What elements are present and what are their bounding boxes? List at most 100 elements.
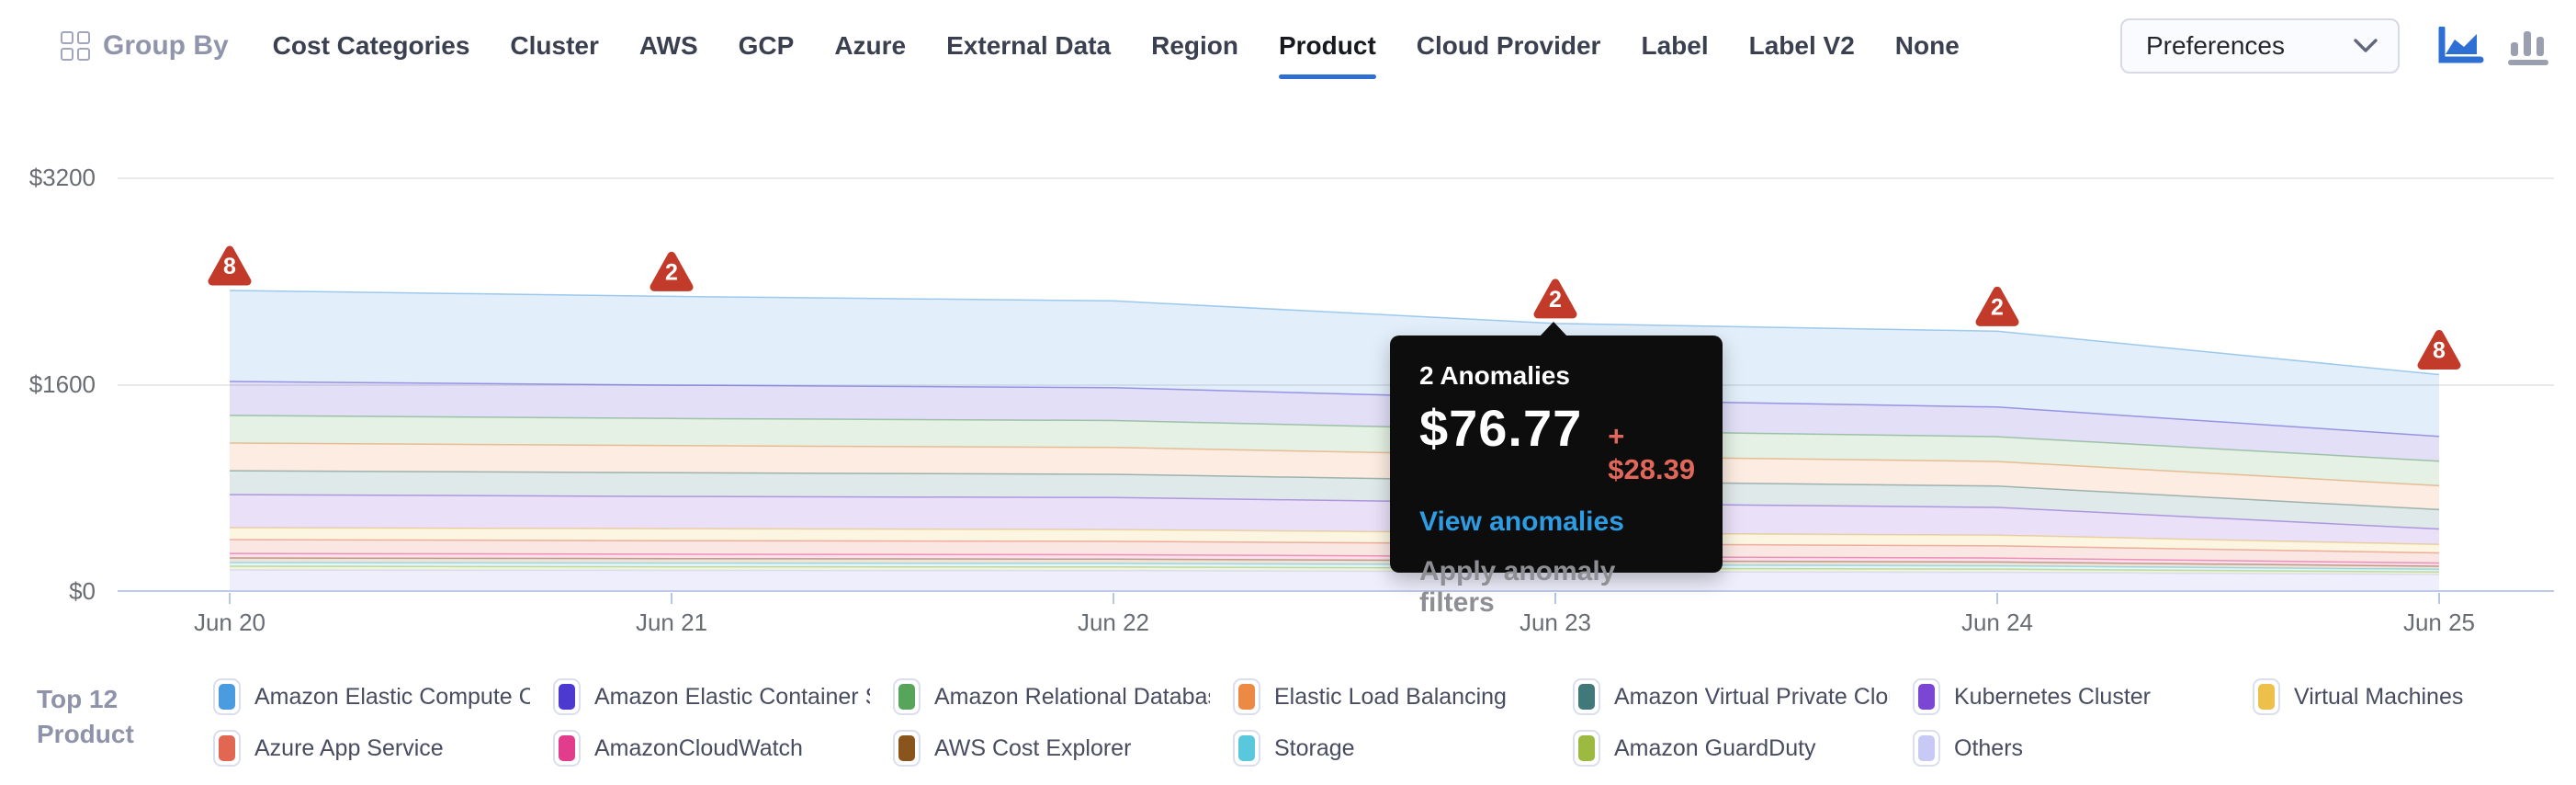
nav-item-none[interactable]: None — [1895, 26, 1960, 66]
area-series-outline — [230, 415, 2439, 461]
tooltip-amount: $76.77 — [1419, 398, 1582, 458]
legend-swatch — [213, 678, 241, 715]
legend-swatch — [1913, 730, 1940, 767]
x-axis-label-jun22: Jun 22 — [1049, 609, 1178, 637]
legend-item[interactable]: Amazon Relational Databas... — [893, 677, 1233, 717]
nav-item-cost-categories[interactable]: Cost Categories — [273, 26, 470, 66]
area-series-outline — [230, 381, 2439, 437]
preferences-dropdown[interactable]: Preferences — [2120, 18, 2400, 74]
legend-title-line1: Top 12 — [37, 682, 134, 717]
area-series-outline — [230, 528, 2439, 544]
legend-swatch — [2253, 678, 2280, 715]
legend-label: Amazon Relational Databas... — [934, 684, 1210, 711]
anomaly-count: 8 — [223, 254, 236, 279]
legend-swatch — [893, 678, 921, 715]
legend-swatch — [1233, 730, 1260, 767]
area-series-outline — [230, 443, 2439, 485]
nav-item-aws[interactable]: AWS — [639, 26, 698, 66]
legend-item[interactable]: Azure App Service — [213, 728, 553, 768]
area-series — [230, 381, 2439, 461]
anomaly-count: 8 — [2433, 337, 2446, 363]
legend-swatch — [1913, 678, 1940, 715]
area-series — [230, 471, 2439, 529]
legend-item[interactable]: Kubernetes Cluster — [1913, 677, 2253, 717]
legend-label: Amazon GuardDuty — [1614, 735, 1816, 762]
apply-anomaly-filters-link[interactable]: Apply anomaly filters — [1419, 556, 1695, 619]
nav-item-product-active[interactable]: Product — [1279, 26, 1376, 66]
nav-item-azure[interactable]: Azure — [834, 26, 906, 66]
area-series-outline — [230, 471, 2439, 509]
tooltip-delta: + $28.39 — [1608, 420, 1695, 486]
anomaly-marker[interactable]: 2 — [1980, 290, 2015, 322]
tooltip-title: 2 Anomalies — [1419, 361, 1695, 391]
bar-chart-icon[interactable] — [2506, 27, 2550, 65]
area-series-outline — [230, 570, 2439, 575]
nav-item-label-v2[interactable]: Label V2 — [1749, 26, 1855, 66]
nav-item-label[interactable]: Label — [1641, 26, 1708, 66]
legend-label: Others — [1954, 735, 2023, 762]
legend-label: AmazonCloudWatch — [594, 735, 803, 762]
legend-swatch — [553, 678, 581, 715]
legend-label: AWS Cost Explorer — [934, 735, 1131, 762]
area-series-outline — [230, 566, 2439, 572]
area-series-outline — [230, 290, 2439, 375]
legend-label: Azure App Service — [254, 735, 444, 762]
legend-item[interactable]: AWS Cost Explorer — [893, 728, 1233, 768]
legend-item[interactable]: AmazonCloudWatch — [553, 728, 893, 768]
anomaly-marker[interactable]: 2 — [1538, 283, 1573, 314]
legend-label: Amazon Elastic Container S... — [594, 684, 870, 711]
nav-item-cloud-provider[interactable]: Cloud Provider — [1417, 26, 1601, 66]
gridline-3200 — [118, 177, 2554, 179]
anomaly-marker[interactable]: 8 — [212, 250, 247, 281]
x-axis-label-jun24: Jun 24 — [1933, 609, 2062, 637]
y-axis-label-0: $0 — [9, 577, 96, 606]
area-series — [230, 553, 2439, 566]
cost-dashboard: Group By Cost Categories Cluster AWS GCP… — [0, 0, 2576, 785]
area-series — [230, 563, 2439, 572]
legend-title: Top 12 Product — [37, 682, 134, 752]
nav-item-gcp[interactable]: GCP — [739, 26, 795, 66]
gridline-1600 — [118, 384, 2554, 386]
legend-item[interactable]: Amazon Elastic Compute Cl... — [213, 677, 553, 717]
area-series — [230, 558, 2439, 569]
legend-swatch — [553, 730, 581, 767]
area-series — [230, 290, 2439, 437]
area-series — [230, 415, 2439, 485]
area-chart-icon[interactable] — [2438, 27, 2484, 65]
chevron-down-icon — [2354, 39, 2378, 53]
anomaly-marker[interactable]: 2 — [654, 256, 689, 287]
legend-item[interactable]: Amazon Elastic Container S... — [553, 677, 893, 717]
legend-swatch — [893, 730, 921, 767]
anomaly-count: 2 — [1991, 294, 2004, 320]
legend-label: Amazon Elastic Compute Cl... — [254, 684, 530, 711]
legend-swatch — [1573, 678, 1600, 715]
legend-item[interactable]: Elastic Load Balancing — [1233, 677, 1573, 717]
area-series — [230, 566, 2439, 575]
area-series-outline — [230, 495, 2439, 529]
anomaly-count: 2 — [1549, 287, 1562, 313]
legend-swatch — [1233, 678, 1260, 715]
legend-item[interactable]: Others — [1913, 728, 2253, 768]
legend-label: Elastic Load Balancing — [1274, 684, 1507, 711]
nav-item-cluster[interactable]: Cluster — [510, 26, 598, 66]
chart-type-switcher — [2438, 27, 2550, 65]
view-anomalies-link[interactable]: View anomalies — [1419, 506, 1695, 538]
anomaly-marker[interactable]: 8 — [2422, 334, 2457, 365]
nav-item-region[interactable]: Region — [1151, 26, 1238, 66]
legend-title-line2: Product — [37, 717, 134, 752]
area-series — [230, 443, 2439, 509]
legend-item[interactable]: Storage — [1233, 728, 1573, 768]
legend-label: Kubernetes Cluster — [1954, 684, 2151, 711]
x-axis-line — [118, 590, 2554, 592]
preferences-label: Preferences — [2146, 31, 2285, 61]
area-series — [230, 528, 2439, 552]
stacked-area-chart: 8 2 2 2 8 — [0, 0, 2576, 785]
legend-item[interactable]: Amazon GuardDuty — [1573, 728, 1913, 768]
anomaly-tooltip: 2 Anomalies $76.77 + $28.39 View anomali… — [1390, 336, 1723, 573]
legend-item[interactable]: Virtual Machines — [2253, 677, 2576, 717]
area-series-outline — [230, 553, 2439, 563]
group-by-label: Group By — [103, 30, 229, 62]
nav-item-external-data[interactable]: External Data — [946, 26, 1111, 66]
legend-label: Virtual Machines — [2294, 684, 2463, 711]
legend-item[interactable]: Amazon Virtual Private Cloud — [1573, 677, 1913, 717]
